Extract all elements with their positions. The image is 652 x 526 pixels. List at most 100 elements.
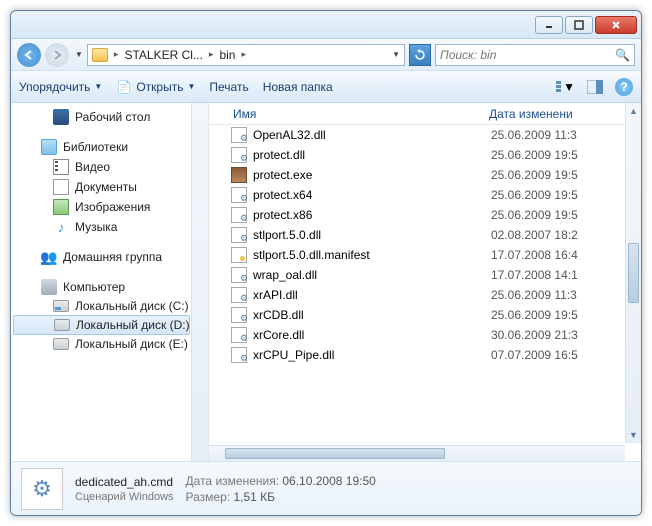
tree-homegroup[interactable]: 👥Домашняя группа <box>11 247 208 267</box>
view-options-button[interactable]: ▼ <box>555 77 575 97</box>
file-icon <box>231 307 247 323</box>
file-name: xrAPI.dll <box>253 288 298 302</box>
file-row[interactable]: xrCPU_Pipe.dll07.07.2009 16:5 <box>209 345 641 365</box>
help-button[interactable]: ? <box>615 78 633 96</box>
drive-icon <box>53 338 69 350</box>
tree-video[interactable]: Видео <box>11 157 208 177</box>
tree-drive-e[interactable]: Локальный диск (E:) <box>11 335 208 353</box>
file-name: stlport.5.0.dll.manifest <box>253 248 370 262</box>
minimize-button[interactable] <box>535 16 563 34</box>
new-folder-button[interactable]: Новая папка <box>263 80 333 94</box>
breadcrumb-sep-icon: ▸ <box>241 49 246 60</box>
file-row[interactable]: protect.exe25.06.2009 19:5 <box>209 165 641 185</box>
file-date: 17.07.2008 14:1 <box>491 268 578 282</box>
organize-button[interactable]: Упорядочить▼ <box>19 80 102 94</box>
file-row[interactable]: protect.dll25.06.2009 19:5 <box>209 145 641 165</box>
modified-label: Дата изменения: <box>186 474 280 488</box>
file-row[interactable]: protect.x6425.06.2009 19:5 <box>209 185 641 205</box>
file-date: 25.06.2009 11:3 <box>491 288 577 302</box>
column-date[interactable]: Дата изменени <box>489 107 641 121</box>
file-icon <box>231 207 247 223</box>
search-box[interactable]: 🔍 <box>435 44 635 66</box>
file-row[interactable]: wrap_oal.dll 17.07.2008 14:1 <box>209 265 641 285</box>
images-icon <box>53 199 69 215</box>
file-icon <box>231 227 247 243</box>
file-row[interactable]: stlport.5.0.dll.manifest 17.07.2008 16:4 <box>209 245 641 265</box>
file-row[interactable]: stlport.5.0.dll 02.08.2007 18:2 <box>209 225 641 245</box>
file-row[interactable]: OpenAL32.dll25.06.2009 11:3 <box>209 125 641 145</box>
size-label: Размер: <box>186 490 231 504</box>
column-name[interactable]: Имя <box>209 107 489 121</box>
file-icon <box>231 127 247 143</box>
print-button[interactable]: Печать <box>209 80 248 94</box>
tree-desktop[interactable]: Рабочий стол <box>11 107 208 127</box>
file-name: protect.x64 <box>253 188 312 202</box>
horizontal-scrollbar[interactable] <box>209 445 625 461</box>
file-date: 25.06.2009 19:5 <box>491 168 578 182</box>
tree-computer[interactable]: Компьютер <box>11 277 208 297</box>
scroll-thumb[interactable] <box>628 243 639 303</box>
file-icon <box>231 167 247 183</box>
file-row[interactable]: xrCDB.dll 25.06.2009 19:5 <box>209 305 641 325</box>
file-date: 30.06.2009 21:3 <box>491 328 578 342</box>
file-icon <box>231 267 247 283</box>
folder-icon <box>92 48 108 62</box>
navigation-bar: ▼ ▸ STALKER Cl... ▸ bin ▸ ▼ 🔍 <box>11 39 641 71</box>
breadcrumb-1[interactable]: STALKER Cl... <box>124 48 202 62</box>
file-row[interactable]: xrCore.dll 30.06.2009 21:3 <box>209 325 641 345</box>
tree-libraries[interactable]: Библиотеки <box>11 137 208 157</box>
file-name: wrap_oal.dll <box>253 268 317 282</box>
forward-button[interactable] <box>45 43 69 67</box>
file-name: xrCore.dll <box>253 328 304 342</box>
selected-filetype: Сценарий Windows <box>75 491 174 503</box>
scroll-thumb[interactable] <box>225 448 445 459</box>
computer-icon <box>41 279 57 295</box>
vertical-scrollbar[interactable]: ▲ ▼ <box>625 103 641 443</box>
file-name: OpenAL32.dll <box>253 128 326 142</box>
tree-drive-d[interactable]: Локальный диск (D:) <box>13 315 190 335</box>
file-row[interactable]: protect.x86 25.06.2009 19:5 <box>209 205 641 225</box>
music-icon: ♪ <box>53 219 69 235</box>
close-button[interactable] <box>595 16 637 34</box>
back-button[interactable] <box>17 43 41 67</box>
homegroup-icon: 👥 <box>41 249 57 265</box>
scroll-up-icon[interactable]: ▲ <box>626 103 641 119</box>
file-name: protect.x86 <box>253 208 312 222</box>
file-icon <box>231 327 247 343</box>
preview-pane-button[interactable] <box>585 77 605 97</box>
documents-icon <box>53 179 69 195</box>
tree-images[interactable]: Изображения <box>11 197 208 217</box>
file-icon <box>231 247 247 263</box>
file-date: 17.07.2008 16:4 <box>491 248 578 262</box>
size-value: 1,51 КБ <box>233 490 275 504</box>
file-date: 25.06.2009 19:5 <box>491 208 578 222</box>
libraries-icon <box>41 139 57 155</box>
file-name: xrCDB.dll <box>253 308 304 322</box>
scroll-down-icon[interactable]: ▼ <box>626 427 641 443</box>
tree-drive-c[interactable]: Локальный диск (C:) <box>11 297 208 315</box>
maximize-button[interactable] <box>565 16 593 34</box>
file-date: 25.06.2009 19:5 <box>491 308 578 322</box>
address-bar[interactable]: ▸ STALKER Cl... ▸ bin ▸ ▼ <box>87 44 405 66</box>
file-date: 02.08.2007 18:2 <box>491 228 578 242</box>
search-input[interactable] <box>440 48 615 62</box>
tree-documents[interactable]: Документы <box>11 177 208 197</box>
file-list: OpenAL32.dll25.06.2009 11:3protect.dll25… <box>209 125 641 461</box>
file-row[interactable]: xrAPI.dll 25.06.2009 11:3 <box>209 285 641 305</box>
open-button[interactable]: 📄Открыть▼ <box>116 79 195 95</box>
column-header: Имя Дата изменени <box>209 103 641 125</box>
tree-music[interactable]: ♪Музыка <box>11 217 208 237</box>
details-pane: ⚙ dedicated_ah.cmd Сценарий Windows Дата… <box>11 461 641 515</box>
address-dropdown-icon[interactable]: ▼ <box>392 50 400 59</box>
file-name: stlport.5.0.dll <box>253 228 321 242</box>
breadcrumb-sep-icon: ▸ <box>114 49 119 60</box>
breadcrumb-sep-icon: ▸ <box>209 49 214 60</box>
file-icon <box>231 287 247 303</box>
file-type-icon: ⚙ <box>21 468 63 510</box>
selected-filename: dedicated_ah.cmd <box>75 475 174 489</box>
drive-icon <box>53 300 69 312</box>
file-icon <box>231 347 247 363</box>
refresh-button[interactable] <box>409 44 431 66</box>
breadcrumb-2[interactable]: bin <box>219 48 235 62</box>
history-dropdown-icon[interactable]: ▼ <box>75 50 83 59</box>
